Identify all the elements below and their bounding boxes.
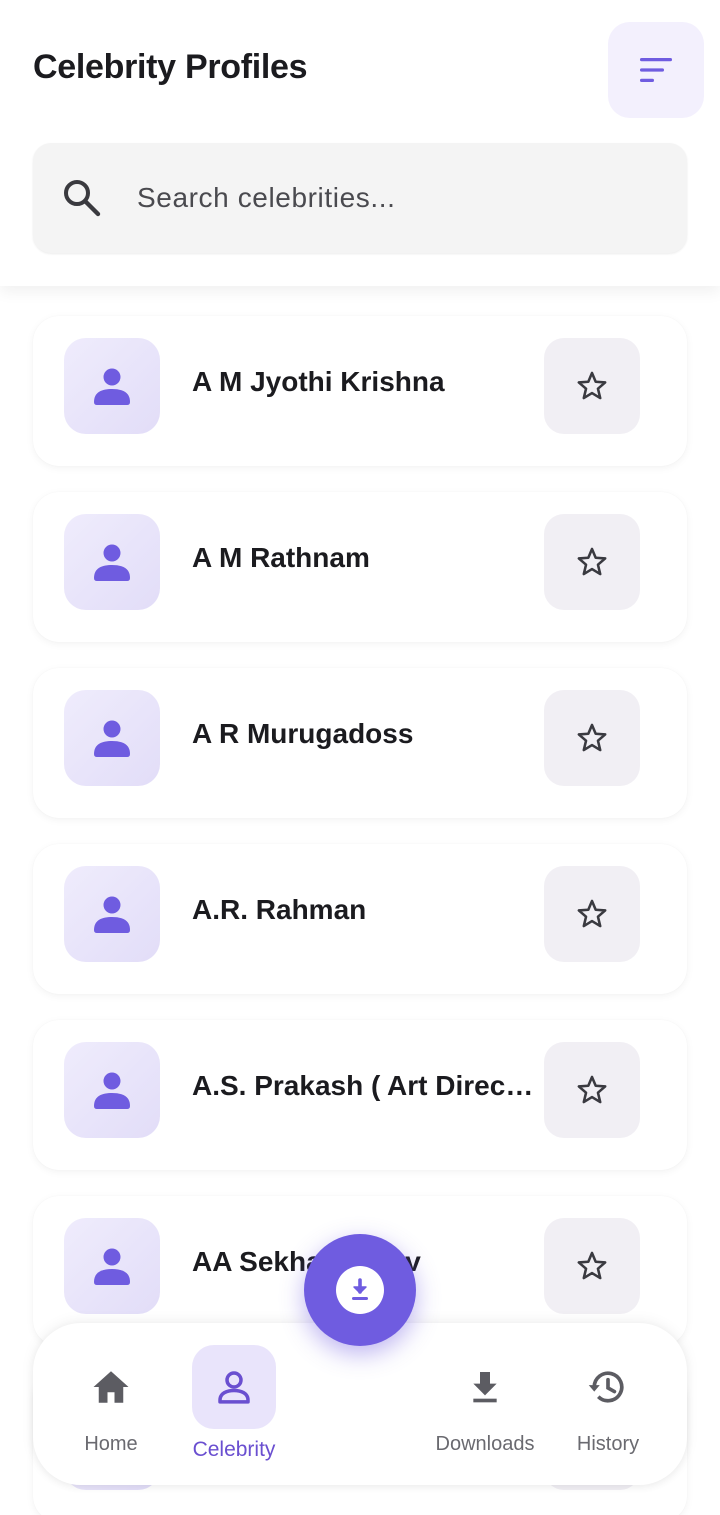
celebrity-profiles-screen: Celebrity Profiles A M J: [0, 0, 720, 1515]
download-fab[interactable]: [304, 1234, 416, 1346]
nav-label-history: History: [576, 1433, 640, 1455]
star-outline-icon: [577, 723, 607, 752]
star-outline-icon: [577, 899, 607, 928]
nav-label-home: Home: [84, 1433, 138, 1455]
celebrity-name: A M Jyothi Krishna: [192, 366, 445, 397]
favorite-button[interactable]: [544, 866, 640, 962]
nav-icon-container: [192, 1345, 276, 1429]
person-icon: [94, 368, 130, 405]
avatar: [64, 514, 160, 610]
avatar: [64, 1042, 160, 1138]
search-bar[interactable]: [33, 143, 687, 253]
nav-item-home[interactable]: Home: [63, 1323, 159, 1485]
nav-label-celebrity: Celebrity: [192, 1438, 276, 1461]
person-icon: [94, 1248, 130, 1285]
sort-lines-icon: [640, 58, 672, 82]
star-outline-icon: [577, 547, 607, 576]
nav-icon-container: [69, 1345, 153, 1429]
home-icon: [93, 1371, 129, 1403]
search-input[interactable]: [137, 168, 657, 228]
star-outline-icon: [577, 1075, 607, 1104]
bottom-navigation: Home Celebrity Downloads History: [33, 1323, 687, 1485]
celebrity-name: A R Murugadoss: [192, 718, 414, 749]
nav-label-downloads: Downloads: [435, 1433, 535, 1455]
favorite-button[interactable]: [544, 514, 640, 610]
celebrity-card[interactable]: A.S. Prakash ( Art Director ): [33, 1020, 687, 1170]
person-icon: [94, 544, 130, 581]
person-icon: [218, 1371, 250, 1404]
favorite-button[interactable]: [544, 338, 640, 434]
search-icon: [64, 180, 101, 217]
history-icon: [588, 1371, 624, 1403]
person-icon: [94, 896, 130, 933]
celebrity-name: A.R. Rahman: [192, 894, 367, 925]
favorite-button[interactable]: [544, 1042, 640, 1138]
avatar: [64, 1218, 160, 1314]
nav-item-celebrity[interactable]: Celebrity: [183, 1323, 285, 1485]
download-circle-icon: [336, 1266, 384, 1314]
person-icon: [94, 720, 130, 757]
celebrity-name: A.S. Prakash ( Art Director ): [192, 1070, 537, 1101]
nav-item-history[interactable]: History: [563, 1323, 653, 1485]
celebrity-card[interactable]: A R Murugadoss: [33, 668, 687, 818]
celebrity-card[interactable]: A M Rathnam: [33, 492, 687, 642]
nav-icon-container: [566, 1345, 650, 1429]
sort-filter-button[interactable]: [608, 22, 704, 118]
avatar: [64, 690, 160, 786]
app-header: Celebrity Profiles: [0, 0, 720, 286]
avatar: [64, 338, 160, 434]
celebrity-card[interactable]: A.R. Rahman: [33, 844, 687, 994]
person-icon: [94, 1072, 130, 1109]
nav-icon-container: [443, 1345, 527, 1429]
celebrity-name: A M Rathnam: [192, 542, 370, 573]
celebrity-card[interactable]: A M Jyothi Krishna: [33, 316, 687, 466]
page-title: Celebrity Profiles: [33, 48, 308, 86]
nav-item-downloads[interactable]: Downloads: [429, 1323, 541, 1485]
download-icon: [473, 1372, 497, 1403]
favorite-button[interactable]: [544, 690, 640, 786]
star-outline-icon: [577, 371, 607, 400]
favorite-button[interactable]: [544, 1218, 640, 1314]
avatar: [64, 866, 160, 962]
star-outline-icon: [577, 1251, 607, 1280]
